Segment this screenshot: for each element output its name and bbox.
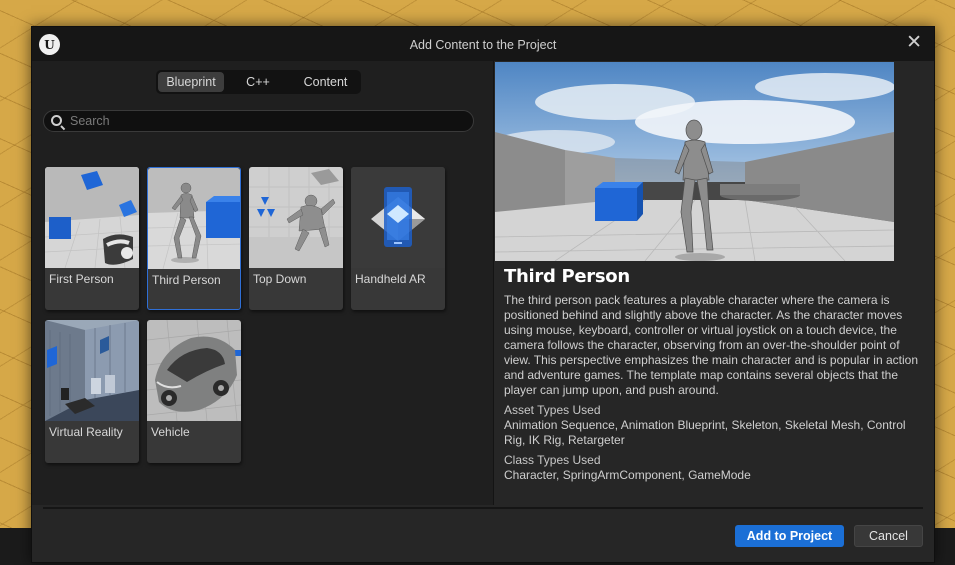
tile-label: Virtual Reality	[49, 425, 123, 439]
template-tile-third-person[interactable]: Third Person	[147, 167, 241, 310]
tile-label: Vehicle	[151, 425, 190, 439]
asset-types-list: Animation Sequence, Animation Blueprint,…	[504, 418, 906, 447]
add-to-project-button[interactable]: Add to Project	[735, 525, 844, 547]
virtual-reality-thumbnail	[45, 320, 139, 421]
footer-divider	[43, 507, 923, 509]
first-person-thumbnail	[45, 167, 139, 268]
search-icon	[51, 115, 62, 126]
template-tile-virtual-reality[interactable]: Virtual Reality	[45, 320, 139, 463]
template-title: Third Person	[504, 266, 630, 287]
tile-label: Third Person	[152, 273, 221, 287]
cancel-button[interactable]: Cancel	[854, 525, 923, 547]
tile-label: Handheld AR	[355, 272, 426, 286]
dialog-titlebar: Add Content to the Project ✕	[32, 27, 934, 61]
template-tile-handheld-ar[interactable]: Handheld AR	[351, 167, 445, 310]
add-content-dialog: Add Content to the Project ✕ Blueprint C…	[31, 26, 935, 563]
search-box[interactable]	[43, 110, 474, 132]
tab-blueprint[interactable]: Blueprint	[158, 72, 224, 92]
search-input[interactable]	[70, 113, 465, 129]
close-icon[interactable]: ✕	[906, 31, 922, 53]
template-preview-image	[495, 62, 894, 261]
vehicle-thumbnail	[147, 320, 241, 421]
handheld-ar-thumbnail	[351, 167, 445, 268]
template-tile-top-down[interactable]: Top Down	[249, 167, 343, 310]
third-person-thumbnail	[148, 168, 240, 269]
tab-cpp[interactable]: C++	[224, 72, 292, 92]
asset-types-heading: Asset Types Used	[504, 403, 601, 417]
template-tile-first-person[interactable]: First Person	[45, 167, 139, 310]
template-details: Third Person The third person pack featu…	[493, 61, 934, 505]
template-tile-vehicle[interactable]: Vehicle	[147, 320, 241, 463]
top-down-thumbnail	[249, 167, 343, 268]
tile-label: First Person	[49, 272, 114, 286]
class-types-heading: Class Types Used	[504, 453, 601, 467]
template-browser: Blueprint C++ Content Search First Perso…	[32, 61, 493, 505]
category-tabs: Blueprint C++ Content	[156, 70, 361, 94]
tile-label: Top Down	[253, 272, 307, 286]
template-description: The third person pack features a playabl…	[504, 293, 918, 397]
class-types-list: Character, SpringArmComponent, GameMode	[504, 468, 751, 482]
dialog-title: Add Content to the Project	[409, 38, 557, 52]
tab-content[interactable]: Content	[292, 72, 359, 92]
